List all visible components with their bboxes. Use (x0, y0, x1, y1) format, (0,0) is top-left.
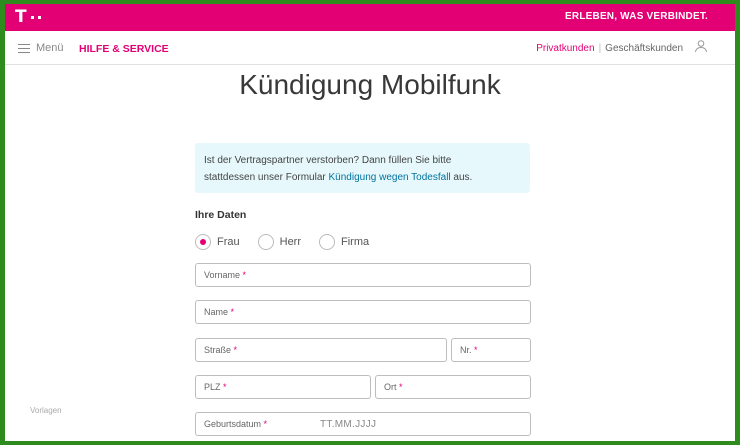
logo-letter: T (15, 7, 27, 27)
radio-herr-circle[interactable] (257, 234, 274, 250)
deceased-info-box: Ist der Vertragspartner verstorben? Dann… (195, 143, 530, 193)
required-mark: * (399, 382, 403, 392)
vorname-placeholder: Vorname * (204, 270, 246, 280)
radio-firma[interactable]: Firma (319, 234, 369, 250)
ort-placeholder: Ort * (384, 382, 403, 392)
radio-herr[interactable]: Herr (257, 234, 302, 250)
nr-placeholder: Nr. * (460, 345, 478, 355)
brand-slogan: ERLEBEN, WAS VERBINDET. (565, 11, 708, 22)
geburtsdatum-placeholder: Geburtsdatum * (204, 419, 267, 429)
date-format-mask: TT.MM.JJJJ (320, 419, 377, 430)
privatkunden-link[interactable]: Privatkunden (536, 43, 594, 54)
name-field[interactable]: Name * (195, 300, 531, 324)
top-brand-bar: T ERLEBEN, WAS VERBINDET. (5, 4, 735, 31)
menu-label: Menü (36, 42, 64, 54)
main-navigation: Menü HILFE & SERVICE Privatkunden | Gesc… (5, 31, 735, 65)
required-mark: * (263, 419, 268, 429)
todesfall-form-link[interactable]: Kündigung wegen Todesfall (329, 172, 451, 183)
radio-herr-label: Herr (279, 236, 302, 248)
customer-segment-switch: Privatkunden | Geschäftskunden (536, 43, 683, 54)
user-icon[interactable] (694, 39, 708, 53)
section-brand-link[interactable]: HILFE & SERVICE (79, 43, 169, 55)
radio-firma-circle[interactable] (319, 234, 336, 250)
geschaeftskunden-link[interactable]: Geschäftskunden (605, 43, 683, 54)
page-frame: T ERLEBEN, WAS VERBINDET. Menü HILFE & S… (5, 4, 735, 441)
vorlagen-watermark: Vorlagen (30, 406, 62, 415)
plz-label: PLZ (204, 382, 221, 392)
nr-label: Nr. (460, 345, 472, 355)
logo-dot (37, 15, 41, 19)
salutation-radio-group: Frau Herr Firma (195, 234, 387, 250)
strasse-placeholder: Straße * (204, 345, 237, 355)
radio-frau-label: Frau (217, 236, 240, 248)
name-placeholder: Name * (204, 307, 234, 317)
radio-firma-label: Firma (341, 236, 370, 248)
info-line-2: stattdessen unser Formular Kündigung weg… (204, 169, 521, 186)
geburtsdatum-field[interactable]: Geburtsdatum * TT.MM.JJJJ (195, 412, 531, 436)
name-label: Name (204, 307, 229, 317)
ort-field[interactable]: Ort * (375, 375, 531, 399)
segment-separator: | (598, 43, 602, 54)
hamburger-icon (18, 43, 30, 53)
menu-button[interactable]: Menü (18, 42, 64, 54)
required-mark: * (474, 345, 478, 355)
strasse-field[interactable]: Straße * (195, 338, 447, 362)
strasse-label: Straße (204, 345, 232, 355)
geburtsdatum-label: Geburtsdatum (204, 419, 262, 429)
telekom-logo[interactable]: T (15, 6, 41, 28)
vorname-field[interactable]: Vorname * (195, 263, 531, 287)
plz-field[interactable]: PLZ * (195, 375, 371, 399)
required-mark: * (233, 345, 238, 355)
required-mark: * (230, 307, 235, 317)
plz-placeholder: PLZ * (204, 382, 227, 392)
vorname-label: Vorname (204, 270, 241, 280)
radio-frau-circle[interactable] (195, 234, 211, 250)
info-line-2-suffix: aus. (450, 172, 473, 183)
page-title: Kündigung Mobilfunk (239, 69, 501, 100)
required-mark: * (223, 382, 227, 392)
section-ihre-daten: Ihre Daten (195, 209, 247, 221)
ort-label: Ort (384, 382, 397, 392)
required-mark: * (242, 270, 247, 280)
hausnummer-field[interactable]: Nr. * (451, 338, 531, 362)
radio-frau[interactable]: Frau (195, 234, 240, 250)
info-line-2-prefix: stattdessen unser Formular (204, 172, 329, 183)
logo-dot (30, 15, 34, 19)
info-line-1: Ist der Vertragspartner verstorben? Dann… (204, 155, 452, 166)
